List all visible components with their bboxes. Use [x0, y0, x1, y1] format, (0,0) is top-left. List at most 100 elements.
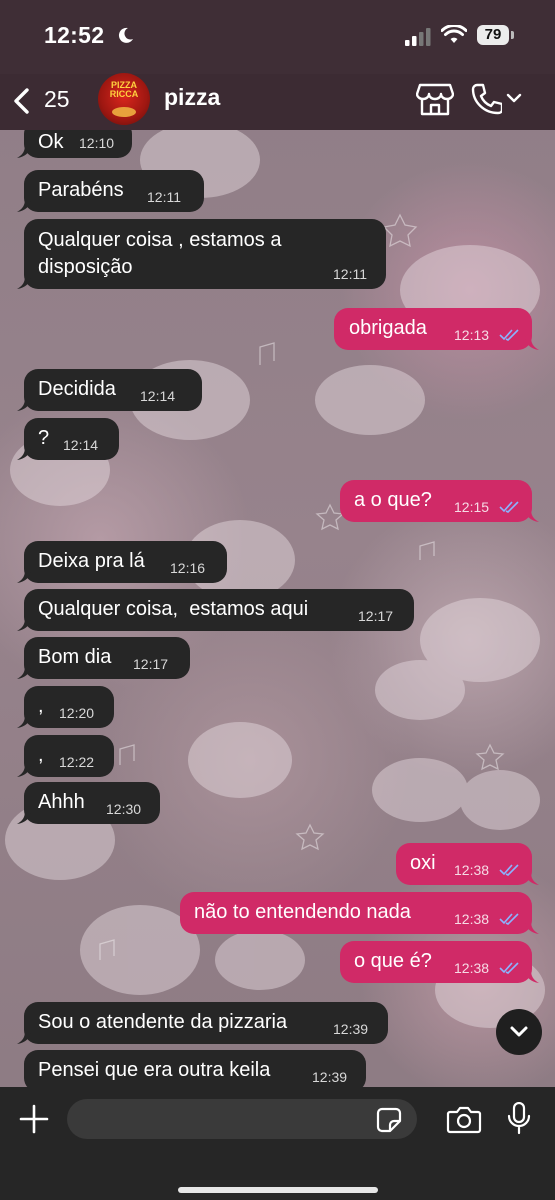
message-time: 12:11: [147, 189, 181, 205]
bubble-tail: [17, 446, 31, 460]
message-time: 12:38: [454, 960, 490, 976]
microphone-icon[interactable]: [507, 1102, 531, 1136]
message-time: 12:38: [454, 911, 490, 927]
message-bubble-incoming[interactable]: , 12:20: [17, 686, 114, 728]
contact-avatar[interactable]: PIZZA RICCA: [98, 73, 150, 125]
status-time: 12:52: [44, 22, 105, 48]
message-bubble-outgoing[interactable]: o que é? 12:38: [340, 941, 539, 983]
storefront-icon[interactable]: [416, 82, 454, 118]
avatar-logo-text: PIZZA RICCA: [109, 80, 139, 99]
message-text: Qualquer coisa, estamos aqui: [38, 598, 309, 620]
message-bubble-outgoing[interactable]: obrigada 12:13: [334, 308, 539, 350]
bubble-tail: [17, 810, 31, 824]
message-text: ,: [38, 744, 44, 766]
message-time: 12:38: [454, 862, 490, 878]
chevron-down-icon[interactable]: [506, 92, 522, 104]
read-receipt-icon: [499, 962, 519, 974]
bubble-tail: [17, 275, 31, 289]
moon-icon: [118, 27, 133, 43]
bubble-tail: [17, 665, 31, 679]
message-text: ?: [38, 427, 50, 449]
plus-icon[interactable]: [18, 1103, 50, 1135]
pizza-icon: [112, 107, 136, 117]
message-bubble-incoming[interactable]: Deixa pra lá 12:16: [17, 541, 227, 583]
read-receipt-icon: [499, 329, 519, 341]
message-text: o que é?: [354, 950, 432, 972]
chevron-down-icon: [510, 1026, 528, 1037]
chat-header: 25 PIZZA RICCA pizza: [0, 73, 555, 130]
message-bubble-outgoing[interactable]: oxi 12:38: [396, 843, 539, 885]
back-button[interactable]: 25: [10, 84, 80, 118]
message-time: 12:14: [63, 437, 99, 453]
home-indicator: [178, 1187, 378, 1193]
message-text: Pensei que era outra keila: [38, 1059, 271, 1081]
message-bubble-incoming[interactable]: , 12:22: [17, 735, 114, 777]
message-text: Sou o atendente da pizzaria: [38, 1011, 288, 1033]
contact-name[interactable]: pizza: [164, 84, 220, 111]
message-text: Decidida: [38, 378, 116, 400]
message-bubble-outgoing[interactable]: não to entendendo nada 12:38: [180, 892, 539, 934]
message-list[interactable]: Ok 12:10 Parabéns 12:11 Qualquer coisa ,…: [0, 0, 555, 1200]
message-text: Parabéns: [38, 179, 124, 201]
message-bubble-incoming[interactable]: ? 12:14: [17, 418, 119, 460]
message-text: obrigada: [349, 317, 427, 339]
message-bubble-incoming[interactable]: Sou o atendente da pizzaria 12:39: [17, 1002, 388, 1044]
bubble-tail: [17, 617, 31, 631]
read-receipt-icon: [499, 864, 519, 876]
message-time: 12:30: [106, 801, 142, 817]
message-text: não to entendendo nada: [194, 901, 411, 923]
read-receipt-icon: [499, 913, 519, 925]
message-time: 12:17: [358, 608, 394, 624]
status-bar: 12:52 79: [0, 0, 555, 74]
message-text-line: Qualquer coisa , estamos a: [38, 229, 282, 251]
message-time: 12:13: [454, 327, 490, 343]
message-time: 12:22: [59, 754, 95, 770]
message-bubble-incoming[interactable]: Qualquer coisa, estamos aqui 12:17: [17, 589, 414, 631]
message-input[interactable]: [67, 1099, 417, 1139]
message-text: oxi: [410, 852, 436, 874]
message-text: a o que?: [354, 489, 432, 511]
bubble-tail: [525, 336, 539, 350]
bubble-tail: [17, 397, 31, 411]
message-time: 12:20: [59, 705, 95, 721]
message-time: 12:11: [333, 266, 367, 282]
message-composer: [0, 1087, 555, 1200]
message-bubble-incoming[interactable]: Parabéns 12:11: [17, 170, 204, 212]
read-receipt-icon: [499, 501, 519, 513]
bubble-tail: [525, 871, 539, 885]
message-time: 12:14: [140, 388, 176, 404]
message-bubble-outgoing[interactable]: a o que? 12:15: [340, 480, 539, 522]
message-bubble-incoming[interactable]: Decidida 12:14: [17, 369, 202, 411]
bubble-tail: [525, 969, 539, 983]
wifi-icon: [441, 25, 467, 43]
camera-icon[interactable]: [446, 1105, 482, 1135]
bubble-tail: [525, 508, 539, 522]
battery-indicator: 79: [477, 25, 509, 45]
bubble-tail: [17, 144, 31, 158]
message-text: Deixa pra lá: [38, 550, 145, 572]
message-text: Bom dia: [38, 646, 112, 668]
scroll-to-bottom-button[interactable]: [496, 1009, 542, 1055]
message-time: 12:16: [170, 560, 206, 576]
sticker-icon[interactable]: [376, 1107, 402, 1133]
chevron-left-icon: [14, 88, 29, 114]
bubble-tail: [17, 763, 31, 777]
message-text: ,: [38, 695, 44, 717]
message-time: 12:10: [79, 135, 115, 151]
bubble-tail: [17, 1030, 31, 1044]
message-text: Ok: [38, 131, 64, 153]
message-bubble-incoming[interactable]: Pensei que era outra keila 12:39: [24, 1050, 366, 1092]
message-time: 12:39: [333, 1021, 369, 1037]
cellular-signal-icon: [405, 28, 431, 46]
message-bubble-incoming[interactable]: Bom dia 12:17: [17, 637, 190, 679]
message-time: 12:17: [133, 656, 169, 672]
message-time: 12:15: [454, 499, 490, 515]
phone-call-icon[interactable]: [470, 82, 502, 116]
bubble-tail: [17, 198, 31, 212]
message-bubble-incoming[interactable]: Ahhh 12:30: [17, 782, 160, 824]
bubble-tail: [17, 569, 31, 583]
message-bubble-incoming[interactable]: Qualquer coisa , estamos a disposição 12…: [17, 219, 386, 289]
bubble-tail: [17, 714, 31, 728]
bubble-tail: [525, 920, 539, 934]
unread-count: 25: [44, 86, 70, 112]
